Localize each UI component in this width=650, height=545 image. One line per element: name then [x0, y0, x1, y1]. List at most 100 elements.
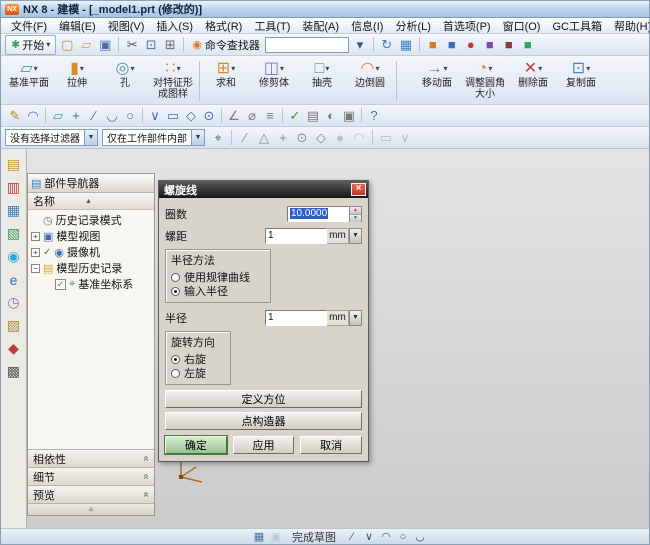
offset-icon[interactable]: ≡	[261, 107, 279, 125]
point-constructor-button[interactable]: 点构造器	[165, 412, 362, 430]
menu-gc-toolbox[interactable]: GC工具箱	[546, 17, 608, 35]
tree-row-cameras[interactable]: + ✓ ◉ 摄像机	[31, 244, 154, 260]
feature-copy-face-button[interactable]: ⊡ ▾ 复制面	[557, 58, 605, 104]
command-finder-button[interactable]: ◉ 命令查找器	[189, 36, 263, 54]
menu-view[interactable]: 视图(V)	[102, 17, 151, 35]
part-navigator-icon[interactable]: ▦	[4, 202, 24, 219]
chevron-down-icon[interactable]: ▾	[586, 64, 590, 73]
chevron-down-icon[interactable]: ▾	[280, 64, 284, 73]
feature-move-face-button[interactable]: → ▾ 移动面	[413, 58, 461, 104]
menu-analysis[interactable]: 分析(L)	[389, 17, 436, 35]
radio-use-law-curve[interactable]: 使用规律曲线	[171, 270, 265, 284]
shaded-view-icon[interactable]: ■	[424, 36, 442, 54]
paste-icon[interactable]: ⊞	[161, 36, 179, 54]
cut-icon[interactable]: ✂	[123, 36, 141, 54]
sketch-icon[interactable]: ✎	[6, 107, 24, 125]
chevron-down-icon[interactable]: ▾	[325, 64, 329, 73]
polygon-icon[interactable]: ◇	[182, 107, 200, 125]
apply-button[interactable]: 应用	[232, 436, 295, 454]
endpoint-snap-icon[interactable]: ∕	[236, 129, 254, 147]
snap-point-toggle-icon[interactable]: ⌖	[209, 129, 227, 147]
tree-row-datum-csys[interactable]: ✓ ⌖ 基准坐标系	[31, 276, 154, 292]
point-icon[interactable]: +	[67, 107, 85, 125]
graphics-canvas[interactable]: 螺旋线 × 圈数 10.0000 ▲ ▼ 螺距 1 mm ▼ 半径方法 使用规律…	[156, 149, 649, 528]
expand-icon[interactable]: +	[31, 231, 40, 241]
chevron-down-icon[interactable]: ▾	[231, 64, 235, 73]
menu-information[interactable]: 信息(I)	[345, 17, 389, 35]
menu-preferences[interactable]: 首选项(P)	[437, 17, 497, 35]
radio-right-hand[interactable]: 右旋	[171, 352, 225, 366]
sketch-in-task-icon[interactable]: ◠	[24, 107, 42, 125]
chevron-down-icon[interactable]: ▾	[538, 64, 542, 73]
feature-trim-body-button[interactable]: ◫ ▾ 修剪体	[250, 58, 298, 104]
chevron-down-icon[interactable]: ▾	[375, 64, 379, 73]
feature-datum-plane-button[interactable]: ▱ ▾ 基准平面	[5, 58, 53, 104]
chevron-down-icon[interactable]: ▾	[80, 64, 84, 73]
command-finder-input[interactable]	[264, 36, 349, 53]
preview-panel-header[interactable]: 预览 «	[28, 485, 154, 503]
unit-dropdown-icon[interactable]: ▼	[349, 227, 362, 244]
constraint-navigator-icon[interactable]: ▥	[4, 179, 24, 196]
open-icon[interactable]: ▱	[77, 36, 95, 54]
close-icon[interactable]: ×	[351, 183, 366, 196]
window-layout-icon[interactable]: ▦	[397, 36, 415, 54]
feature-hole-button[interactable]: ◎ ▾ 孔	[101, 58, 149, 104]
polyline-icon[interactable]: ∨	[361, 530, 377, 544]
panel-grip[interactable]: ≡	[28, 503, 154, 515]
cancel-button[interactable]: 取消	[300, 436, 363, 454]
expand-icon[interactable]: +	[31, 247, 40, 257]
spinner-up-icon[interactable]: ▲	[350, 206, 361, 215]
angle-icon[interactable]: ∠	[225, 107, 243, 125]
arc-icon[interactable]: ◠	[378, 530, 394, 544]
checkbox-checked-icon[interactable]: ✓	[55, 278, 66, 290]
line-icon[interactable]: ∕	[85, 107, 103, 125]
copy-icon[interactable]: ⊡	[142, 36, 160, 54]
curve-rule-icon[interactable]: ∨	[396, 129, 414, 147]
radius-input[interactable]: 1	[265, 309, 327, 326]
menu-tools[interactable]: 工具(T)	[248, 17, 296, 35]
radio-left-hand[interactable]: 左旋	[171, 366, 225, 380]
fillet-icon[interactable]: ◡	[412, 530, 428, 544]
tree-row-model-views[interactable]: + ▣ 模型视图	[31, 228, 154, 244]
feature-pattern-feature-button[interactable]: ∷ ▾ 对特征形成图样	[149, 58, 197, 104]
name-column-header[interactable]: 名称 ▲	[28, 193, 154, 210]
hd3d-tools-icon[interactable]: ◉	[4, 248, 24, 265]
unit-dropdown-icon[interactable]: ▼	[349, 309, 362, 326]
chevron-down-icon[interactable]: ▾	[177, 64, 181, 73]
arc-icon[interactable]: ◡	[103, 107, 121, 125]
intersection-snap-icon[interactable]: +	[274, 129, 292, 147]
tangent-snap-icon[interactable]: ◠	[350, 129, 368, 147]
menu-insert[interactable]: 插入(S)	[150, 17, 199, 35]
save-icon[interactable]: ▣	[96, 36, 114, 54]
update-display-icon[interactable]: ▣	[268, 530, 284, 544]
chevron-down-icon[interactable]: ▼	[84, 130, 97, 145]
tree-row-model-history[interactable]: − ▤ 模型历史记录	[31, 260, 154, 276]
refresh-icon[interactable]: ↻	[378, 36, 396, 54]
collapse-icon[interactable]: −	[31, 263, 40, 273]
turns-input[interactable]: 10.0000	[287, 205, 349, 222]
menu-edit[interactable]: 编辑(E)	[53, 17, 102, 35]
diameter-icon[interactable]: ⌀	[243, 107, 261, 125]
chevron-down-icon[interactable]: ▾	[443, 64, 447, 73]
dependencies-panel-header[interactable]: 相依性 «	[28, 449, 154, 467]
system-materials-icon[interactable]: ▨	[4, 317, 24, 334]
window-titlebar[interactable]: NX NX 8 - 建模 - [_model1.prt (修改的)]	[1, 1, 649, 18]
pitch-input[interactable]: 1	[265, 227, 327, 244]
help-icon[interactable]: ?	[365, 107, 383, 125]
quadrant-snap-icon[interactable]: ◇	[312, 129, 330, 147]
menu-help[interactable]: 帮助(H)	[608, 17, 649, 35]
lock-icon[interactable]: ▣	[340, 107, 358, 125]
feature-delete-face-button[interactable]: ✕ ▾ 删除面	[509, 58, 557, 104]
details-panel-header[interactable]: 细节 «	[28, 467, 154, 485]
rectangle-icon[interactable]: ▭	[164, 107, 182, 125]
menu-assemblies[interactable]: 装配(A)	[296, 17, 345, 35]
section-view-icon[interactable]: ■	[500, 36, 518, 54]
history-icon[interactable]: ◷	[4, 294, 24, 311]
web-browser-icon[interactable]: e	[4, 271, 24, 288]
turns-spinner[interactable]: ▲ ▼	[349, 205, 362, 222]
assembly-navigator-icon[interactable]: ▤	[4, 156, 24, 173]
spinner-down-icon[interactable]: ▼	[350, 214, 361, 222]
finish-sketch-label[interactable]: 完成草图	[292, 529, 336, 545]
menu-format[interactable]: 格式(R)	[199, 17, 248, 35]
process-studio-icon[interactable]: ◆	[4, 340, 24, 357]
